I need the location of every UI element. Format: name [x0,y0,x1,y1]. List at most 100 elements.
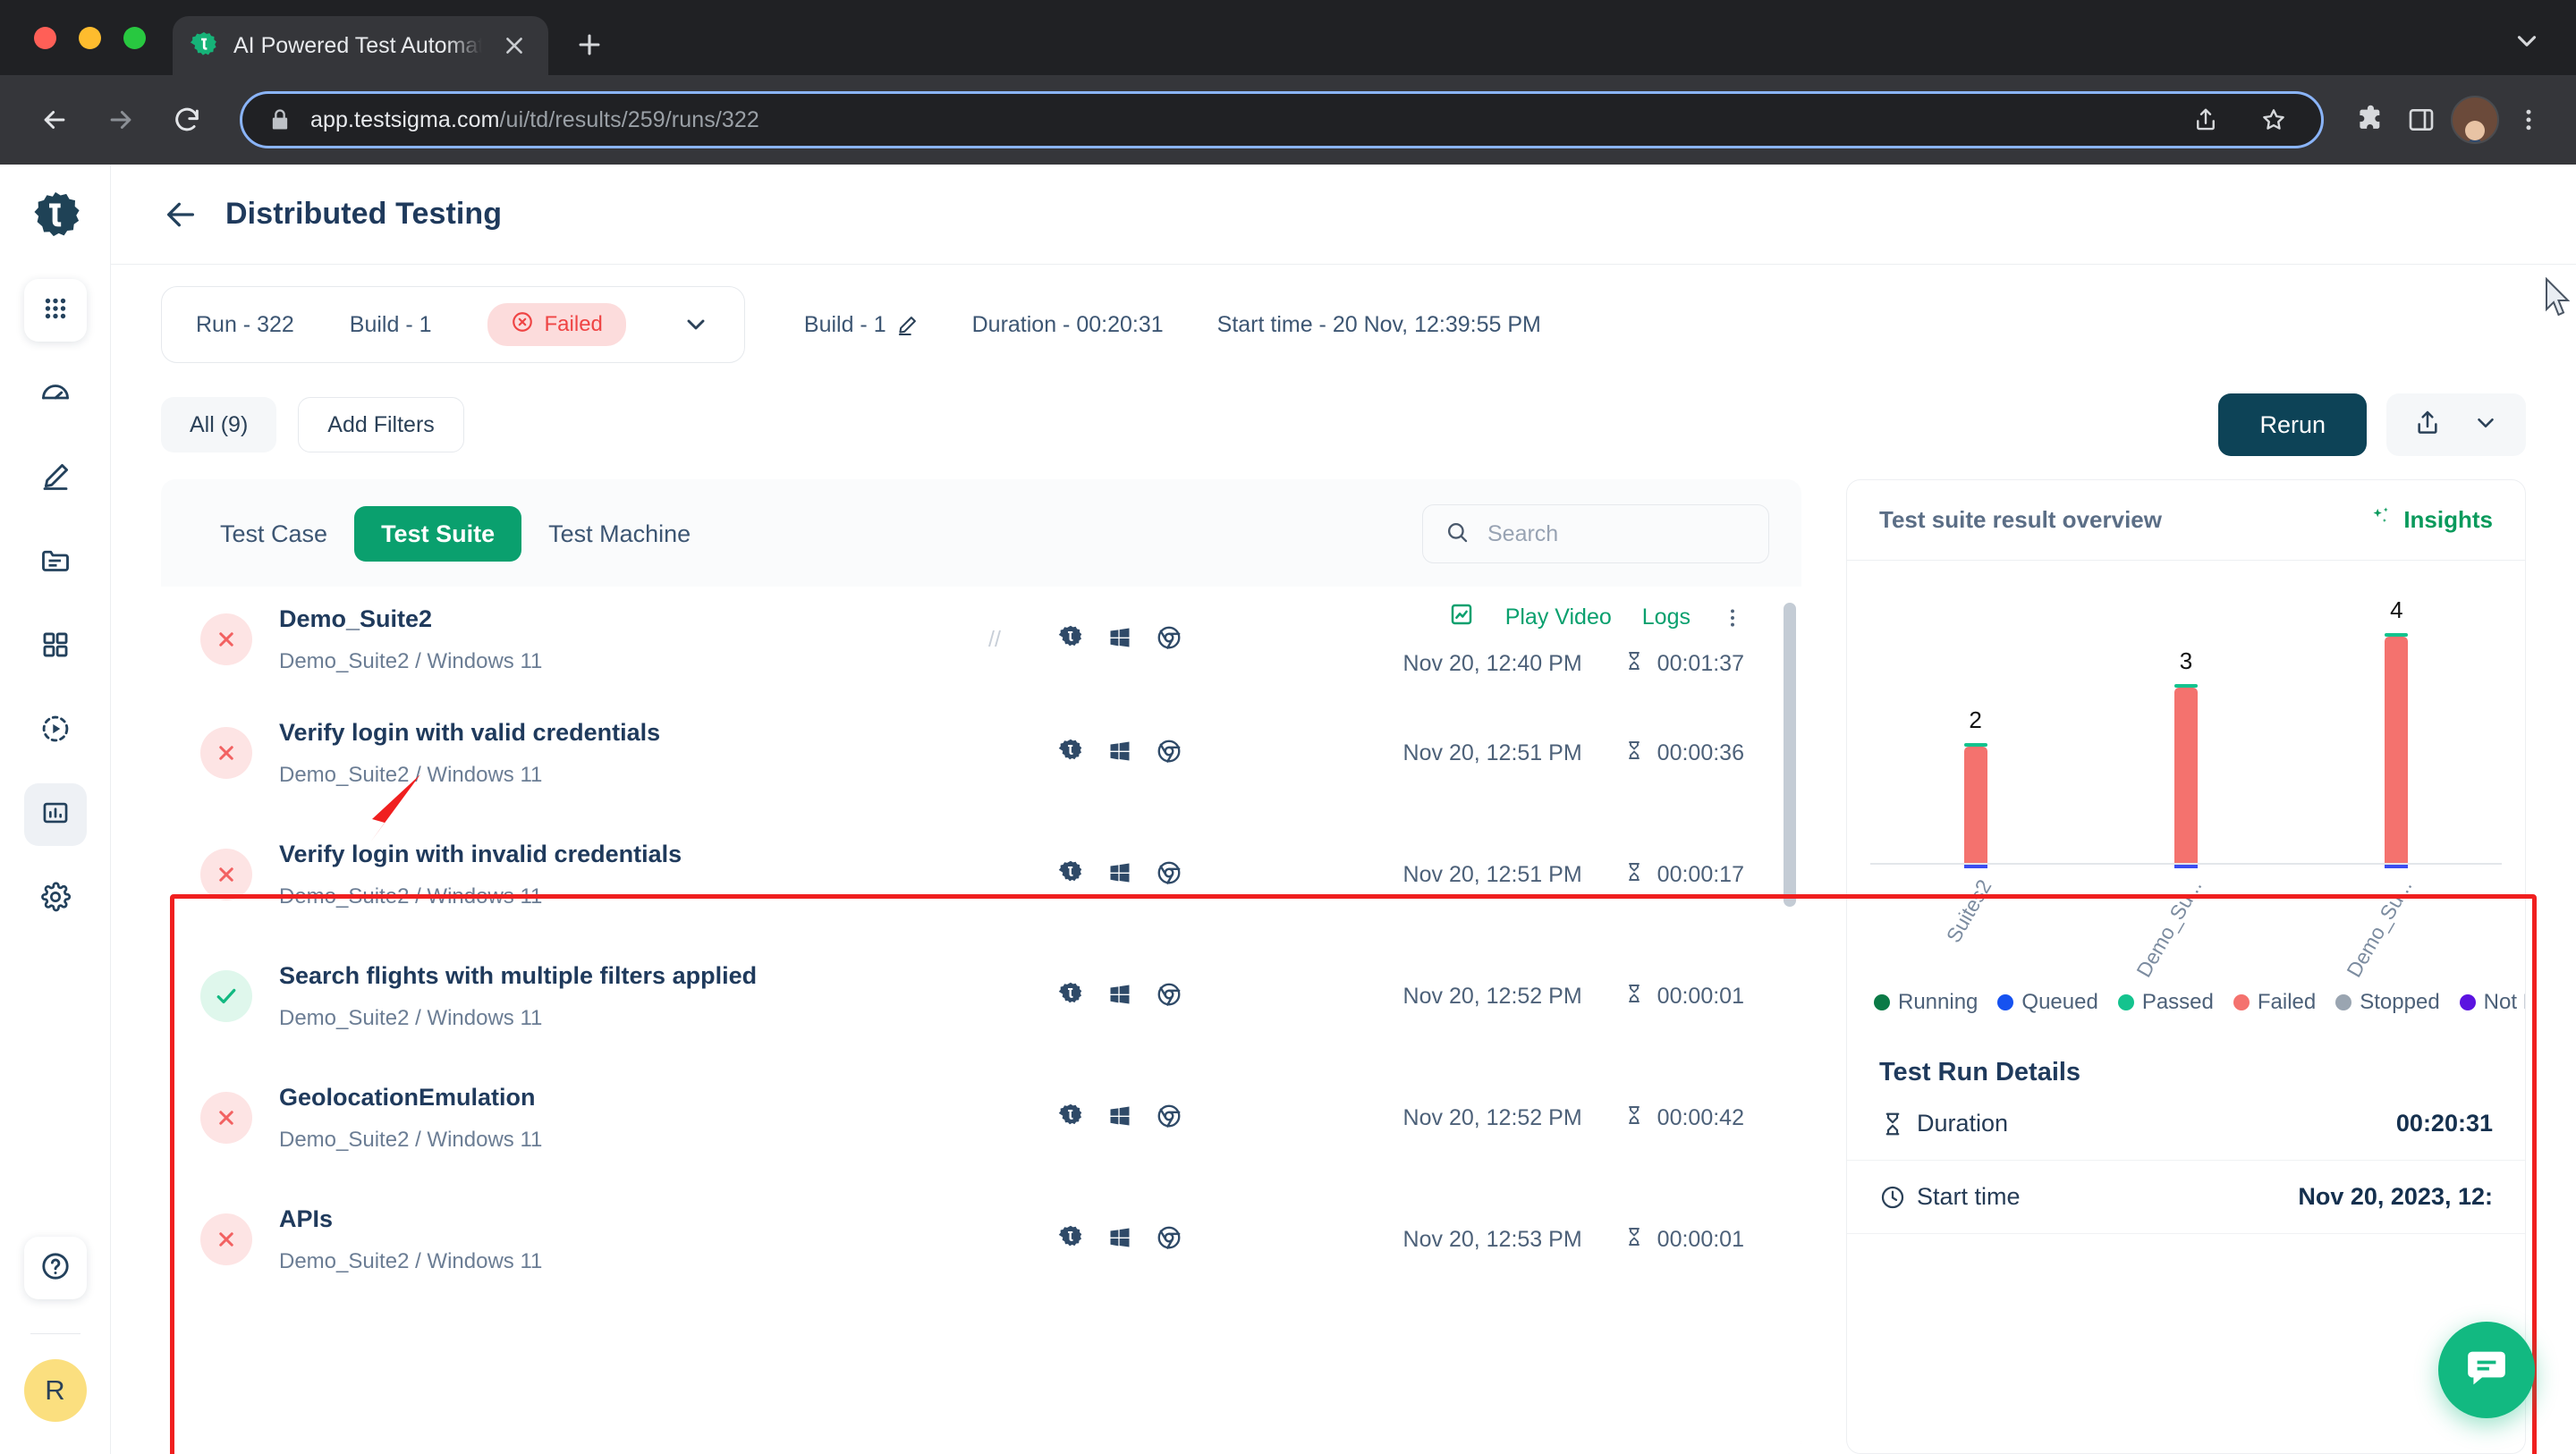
sidebar-item-help[interactable] [23,1237,87,1299]
dashboard-speedometer-icon [39,376,72,413]
forward-arrow-icon[interactable] [91,90,150,149]
play-video-link[interactable]: Play Video [1505,604,1612,630]
legend-item-stopped[interactable]: Stopped [2335,990,2440,1015]
status-badge: Failed [487,303,626,346]
legend-item-running[interactable]: Running [1874,990,1978,1015]
chart-bar[interactable] [1963,743,1987,868]
filter-all-button[interactable]: All (9) [161,397,277,452]
hourglass-icon [1623,650,1645,678]
browser-tab[interactable]: AI Powered Test Automation P [173,16,548,75]
close-window-button[interactable] [34,26,56,49]
user-avatar[interactable]: R [23,1359,87,1422]
chrome-icon [1156,1224,1182,1255]
chart-bar-slot[interactable]: 3 [2080,596,2291,868]
minimize-window-button[interactable] [79,26,101,49]
reload-icon[interactable] [157,90,216,149]
sidebar-item-test-suites[interactable] [24,615,87,678]
testsigma-agent-icon [1057,738,1084,769]
testsigma-logo-icon[interactable] [26,188,85,247]
table-row[interactable]: Demo_Suite2 Demo_Suite2 / Windows 11 // [161,587,1778,692]
row-secondary: Nov 20, 12:52 PM 00:00:42 [1403,1104,1744,1132]
sidebar-item-reports[interactable] [23,783,87,846]
sidebar-item-settings[interactable] [24,867,87,930]
three-dot-menu-icon[interactable] [2506,97,2551,142]
search-input[interactable] [1487,520,1747,547]
row-duration: 00:00:42 [1623,1104,1744,1132]
back-arrow-icon[interactable] [161,195,200,234]
chart-bar-slot[interactable]: 4 [2292,596,2502,868]
results-scrollbar[interactable] [1784,603,1796,907]
build-editable[interactable]: Build - 1 [804,312,919,338]
test-case-name[interactable]: APIs [279,1205,941,1233]
test-case-name[interactable]: GeolocationEmulation [279,1084,941,1112]
back-arrow-icon[interactable] [25,90,84,149]
chat-support-button[interactable] [2438,1322,2535,1418]
sidebar-item-apps-grid[interactable] [23,279,87,342]
sidebar-divider [30,1333,80,1334]
legend-item-queued[interactable]: Queued [1997,990,2098,1015]
star-icon[interactable] [2251,97,2296,142]
reports-bar-chart-icon [40,798,71,833]
row-primary: Demo_Suite2 Demo_Suite2 / Windows 11 [279,605,941,674]
test-run-detail-duration: Duration 00:20:31 [1847,1087,2525,1161]
maximize-window-button[interactable] [123,26,146,49]
chart-bar-slot[interactable]: 2 [1870,596,2080,868]
screenshot-icon[interactable] [1448,601,1475,634]
chrome-icon [1156,1103,1182,1134]
chart-bar-value: 3 [2179,647,2193,674]
extensions-icon[interactable] [2347,97,2392,142]
insights-button[interactable]: Insights [2368,504,2493,536]
close-icon[interactable] [496,28,532,63]
tab-test-case[interactable]: Test Case [193,506,354,562]
row-actions: Play Video Logs [1448,601,1744,634]
test-suite-result-chart: 2 3 4 Suites2 Demo_Su... Demo_Su... [1847,561,2525,981]
table-row[interactable]: APIs Demo_Suite2 / Windows 11 Nov 20, 12… [161,1179,1778,1300]
omnibox-actions [2183,97,2296,142]
row-duration: 00:00:01 [1623,1226,1744,1254]
row-duration: 00:00:01 [1623,983,1744,1010]
test-case-name[interactable]: Search flights with multiple filters app… [279,962,941,990]
tab-test-machine[interactable]: Test Machine [521,506,717,562]
row-meta: Nov 20, 12:51 PM 00:00:17 [1403,861,1744,889]
legend-item-passed[interactable]: Passed [2117,990,2214,1015]
sidebar-item-folder[interactable] [24,531,87,594]
logs-link[interactable]: Logs [1642,604,1690,630]
sidebar-item-run[interactable] [24,699,87,762]
sidebar-item-dashboard[interactable] [24,363,87,426]
address-bar[interactable]: app.testsigma.com/ui/td/results/259/runs… [240,91,2324,148]
search-box[interactable] [1422,504,1769,563]
row-meta: Nov 20, 12:53 PM 00:00:01 [1403,1226,1744,1254]
suite-name[interactable]: Demo_Suite2 [279,605,941,633]
share-upload-icon [2413,409,2442,442]
table-row[interactable]: Search flights with multiple filters app… [161,935,1778,1057]
run-expand-chevron-down-icon[interactable] [682,310,710,339]
share-dropdown-button[interactable] [2386,393,2526,456]
share-icon[interactable] [2183,97,2228,142]
chrome-icon [1156,738,1182,769]
app-sidebar: R [0,165,111,1454]
hourglass-icon [1623,1104,1645,1132]
url-host: app.testsigma.com [310,106,500,132]
table-row[interactable]: GeolocationEmulation Demo_Suite2 / Windo… [161,1057,1778,1179]
pencil-icon[interactable] [895,314,919,337]
test-case-subtitle: Demo_Suite2 / Windows 11 [279,1127,543,1152]
chevron-down-icon[interactable] [2512,26,2542,61]
browser-tab-strip: AI Powered Test Automation P [0,0,2576,75]
chart-bar[interactable] [2385,633,2409,868]
sidebar-item-create[interactable] [24,447,87,510]
testsigma-agent-icon [1057,1103,1084,1134]
browser-toolbar: app.testsigma.com/ui/td/results/259/runs… [0,75,2576,165]
legend-item-failed[interactable]: Failed [2233,990,2316,1015]
legend-item-not-executed[interactable]: Not Exe... [2459,990,2525,1015]
rerun-button[interactable]: Rerun [2218,393,2367,456]
new-tab-button[interactable] [561,16,618,73]
add-filters-button[interactable]: Add Filters [298,397,464,452]
test-case-name[interactable]: Verify login with valid credentials [279,719,941,747]
legend-label: Running [1898,990,1979,1014]
side-panel-icon[interactable] [2399,97,2444,142]
tab-test-suite[interactable]: Test Suite [354,506,522,562]
chart-bar[interactable] [2174,684,2198,868]
three-dot-menu-icon[interactable] [1721,606,1744,630]
create-pencil-icon [39,461,72,497]
profile-avatar[interactable] [2451,96,2499,144]
